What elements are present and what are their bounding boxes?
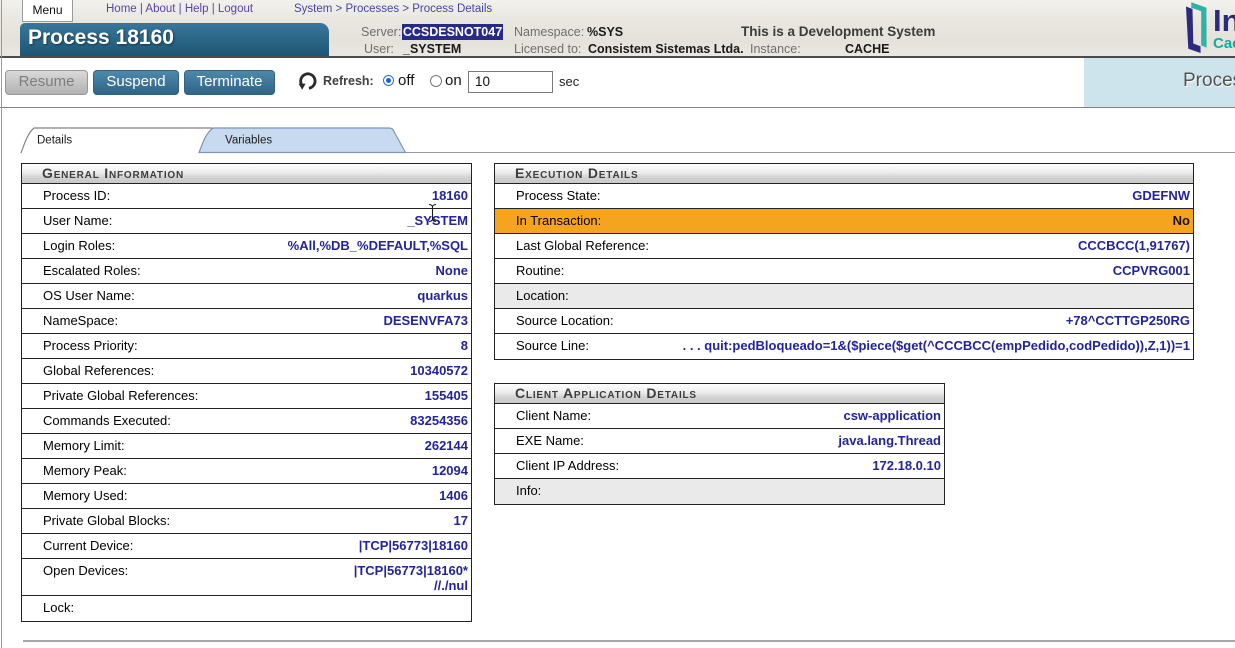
svg-text:In: In <box>1213 3 1235 38</box>
svg-text:Details: Details <box>37 135 72 147</box>
svg-text:Variables: Variables <box>225 135 272 147</box>
svg-text:Cac: Cac <box>1213 35 1235 52</box>
